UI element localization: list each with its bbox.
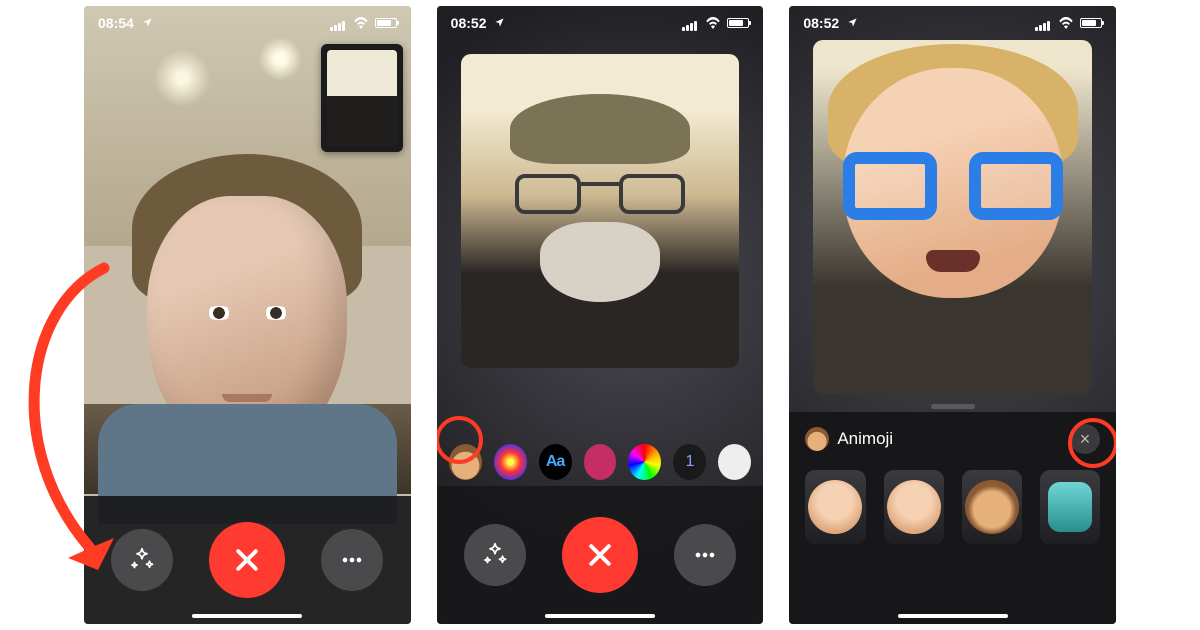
color-category-button[interactable] <box>628 444 661 480</box>
wifi-icon <box>353 17 369 29</box>
end-call-button[interactable] <box>562 517 638 593</box>
wifi-icon <box>705 17 721 29</box>
app-effect-button-2[interactable] <box>718 444 751 480</box>
animoji-option[interactable] <box>1040 470 1100 544</box>
text-category-button[interactable]: Aa <box>539 444 572 480</box>
clock: 08:52 <box>451 15 487 31</box>
animoji-options[interactable] <box>789 460 1116 544</box>
facetime-effects-row: 08:52 Aa 1 <box>437 6 764 624</box>
status-bar: 08:52 <box>789 6 1116 40</box>
home-indicator[interactable] <box>898 614 1008 618</box>
cellular-icon <box>330 18 347 29</box>
call-controls <box>84 496 411 624</box>
end-call-button[interactable] <box>209 522 285 598</box>
close-animoji-button[interactable]: × <box>1070 424 1100 454</box>
battery-icon <box>375 18 397 28</box>
three-panel-tutorial: 08:54 <box>0 0 1200 630</box>
effects-categories: Aa 1 <box>437 438 764 486</box>
animoji-option[interactable] <box>962 470 1022 544</box>
drag-handle-icon[interactable] <box>931 404 975 409</box>
animoji-title: Animoji <box>837 429 893 449</box>
location-icon <box>494 17 505 28</box>
shapes-category-button[interactable] <box>584 444 617 480</box>
wifi-icon <box>1058 17 1074 29</box>
animoji-category-button[interactable] <box>449 444 482 480</box>
call-controls <box>437 486 764 624</box>
memoji-preview <box>813 40 1092 394</box>
status-bar: 08:52 <box>437 6 764 40</box>
home-indicator[interactable] <box>545 614 655 618</box>
animoji-icon <box>805 427 829 451</box>
status-bar: 08:54 <box>84 6 411 40</box>
app-effect-button[interactable]: 1 <box>673 444 706 480</box>
animoji-option[interactable] <box>805 470 865 544</box>
effects-button[interactable] <box>111 529 173 591</box>
clock: 08:52 <box>803 15 839 31</box>
battery-icon <box>1080 18 1102 28</box>
ellipsis-icon <box>691 541 719 569</box>
effects-button[interactable] <box>464 524 526 586</box>
location-icon <box>142 17 153 28</box>
close-icon <box>232 545 262 575</box>
more-button[interactable] <box>321 529 383 591</box>
self-preview-large <box>461 54 740 368</box>
ellipsis-icon <box>338 546 366 574</box>
animoji-option[interactable] <box>884 470 944 544</box>
more-button[interactable] <box>674 524 736 586</box>
star-effects-icon <box>480 540 510 570</box>
location-icon <box>847 17 858 28</box>
home-indicator[interactable] <box>192 614 302 618</box>
cellular-icon <box>682 18 699 29</box>
animoji-panel: Animoji × <box>789 412 1116 624</box>
cellular-icon <box>1035 18 1052 29</box>
close-icon <box>585 540 615 570</box>
filters-category-button[interactable] <box>494 444 527 480</box>
close-icon: × <box>1080 429 1091 450</box>
facetime-animoji-picker: 08:52 Animoji × <box>789 6 1116 624</box>
facetime-call-screen: 08:54 <box>84 6 411 624</box>
self-preview[interactable] <box>321 44 403 152</box>
battery-icon <box>727 18 749 28</box>
star-effects-icon <box>127 545 157 575</box>
clock: 08:54 <box>98 15 134 31</box>
